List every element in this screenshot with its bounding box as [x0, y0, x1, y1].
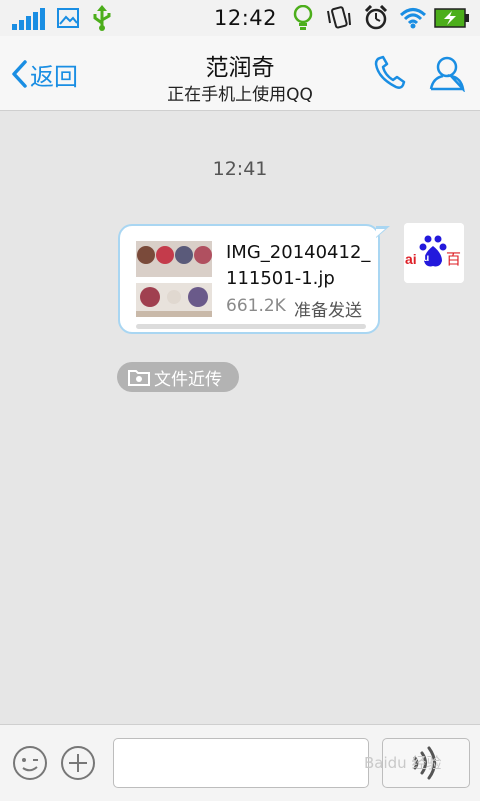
time-separator: 12:41	[212, 158, 268, 180]
emoji-icon	[13, 746, 47, 780]
battery-charging-icon	[434, 8, 470, 32]
file-transfer-chip[interactable]: 文件近传	[117, 362, 239, 392]
usb-icon	[91, 5, 113, 35]
bubble-tail-inner	[376, 229, 385, 237]
more-button[interactable]	[60, 745, 96, 785]
signal-icon	[12, 8, 46, 34]
image-icon	[57, 8, 79, 32]
file-message-bubble[interactable]: IMG_20140412_111501-1.jp 661.2K 准备发送	[118, 224, 380, 334]
file-status: 准备发送	[294, 301, 362, 321]
lightbulb-icon	[293, 4, 313, 35]
file-name: IMG_20140412_111501-1.jp	[226, 242, 371, 289]
contact-status: 正在手机上使用QQ	[167, 85, 313, 105]
phone-icon	[374, 55, 406, 89]
upload-progress-bar	[136, 324, 366, 329]
avatar[interactable]: du ai 百	[404, 223, 464, 283]
svg-text:百: 百	[446, 250, 461, 268]
folder-icon	[128, 370, 150, 386]
plus-icon	[61, 746, 95, 780]
emoji-button[interactable]	[12, 745, 48, 785]
clock: 12:42	[214, 6, 278, 30]
baidu-logo-icon: du ai 百	[404, 223, 464, 283]
voice-button[interactable]	[382, 738, 470, 788]
call-button[interactable]	[372, 54, 408, 96]
voice-icon	[413, 746, 436, 780]
wifi-icon	[399, 7, 427, 33]
file-thumbnail[interactable]	[136, 241, 212, 317]
chat-header: 返回 范润奇 正在手机上使用QQ	[0, 36, 480, 111]
svg-text:ai: ai	[405, 251, 417, 267]
profile-button[interactable]	[428, 54, 466, 96]
transfer-chip-label: 文件近传	[154, 369, 222, 390]
vibrate-icon	[326, 5, 352, 35]
contact-name: 范润奇	[205, 55, 275, 81]
file-size: 661.2K	[226, 296, 286, 316]
input-bar	[0, 724, 480, 801]
message-input[interactable]	[113, 738, 369, 788]
profile-icon	[429, 56, 466, 94]
status-bar: 12:42	[0, 0, 480, 36]
alarm-icon	[364, 4, 388, 35]
svg-text:du: du	[417, 253, 429, 264]
